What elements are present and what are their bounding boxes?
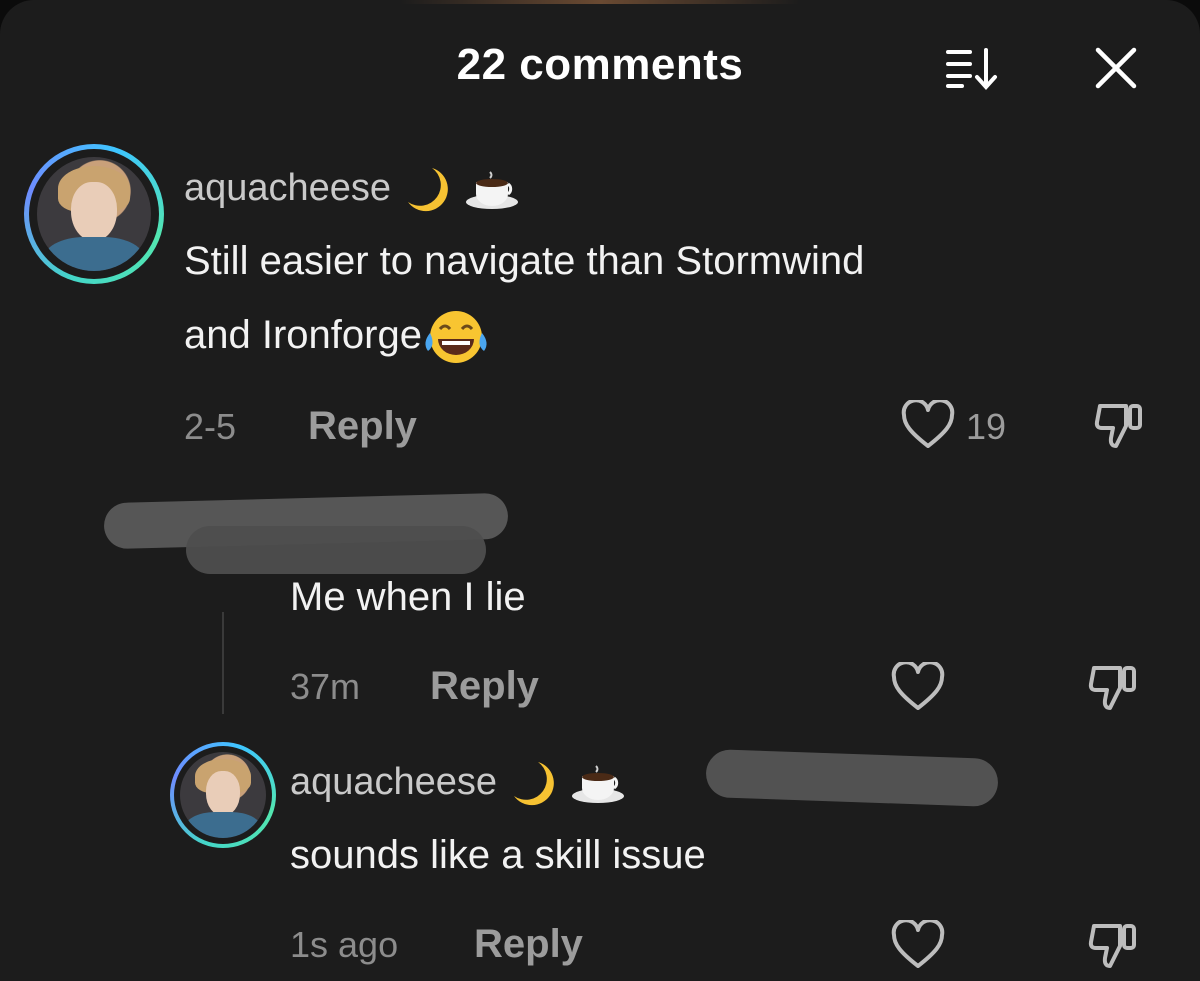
dislike-button[interactable] (1092, 398, 1148, 459)
like-button[interactable] (890, 918, 946, 975)
thumbs-down-icon (1088, 666, 1136, 710)
dislike-button[interactable] (1086, 660, 1142, 721)
hot-beverage-emoji (466, 171, 519, 209)
sort-icon (946, 48, 997, 90)
close-icon (1095, 47, 1137, 89)
like-button[interactable] (890, 660, 946, 717)
comment-username[interactable]: aquacheese (184, 164, 524, 216)
tears-of-joy-emoji (425, 311, 487, 364)
thumbs-down-icon (1088, 924, 1136, 968)
thread-line (222, 612, 224, 714)
avatar[interactable] (24, 144, 164, 284)
heart-icon (901, 398, 955, 448)
crescent-moon-emoji (513, 762, 554, 806)
hot-beverage-emoji (572, 765, 625, 803)
comment-text: Still easier to navigate than Stormwind … (184, 224, 1144, 372)
dislike-button[interactable] (1086, 918, 1142, 979)
reply-button[interactable]: Reply (308, 404, 417, 449)
comments-count-title: 22 comments (456, 40, 744, 89)
comment-text-line: and Ironforge (184, 298, 1144, 372)
comment-text: sounds like a skill issue (290, 833, 706, 877)
thumbs-down-icon (1094, 404, 1142, 448)
heart-icon (891, 660, 945, 710)
like-button[interactable] (900, 398, 956, 455)
comment-text: Me when I lie (290, 575, 526, 619)
close-button[interactable] (1092, 44, 1140, 92)
video-edge (400, 0, 800, 4)
comments-sheet: 22 comments aquacheese Still easier to n… (0, 0, 1200, 981)
avatar[interactable] (170, 742, 276, 848)
comment-timestamp: 2-5 (184, 406, 237, 447)
like-count: 19 (966, 406, 1007, 447)
redacted-reply-target (705, 748, 999, 808)
reply-button[interactable]: Reply (430, 664, 539, 709)
reply-button[interactable]: Reply (474, 922, 583, 967)
heart-icon (891, 918, 945, 968)
sort-button[interactable] (944, 44, 1000, 92)
comment-timestamp: 1s ago (290, 924, 399, 965)
crescent-moon-emoji (407, 168, 448, 212)
comment-username[interactable]: aquacheese (290, 758, 630, 810)
comment-timestamp: 37m (290, 666, 361, 707)
